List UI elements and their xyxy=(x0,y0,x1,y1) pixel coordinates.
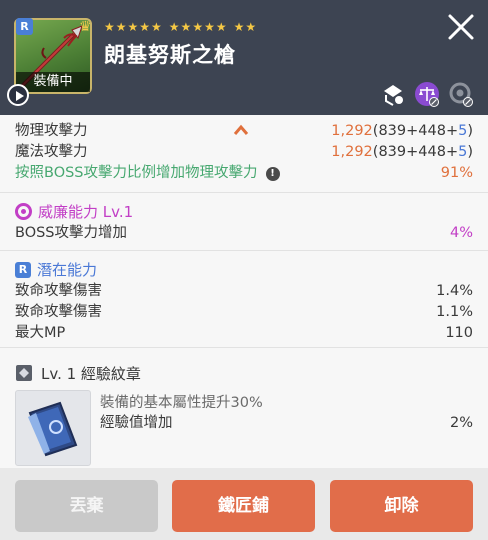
stat-value: 110 xyxy=(445,325,473,341)
settings-locked-icon xyxy=(449,82,473,107)
item-header: R ♛ 裝備中 ★★★★★ ★★★★★ ★★ 朗基努斯之槍 xyxy=(0,0,488,115)
power-ring-icon xyxy=(15,203,32,220)
stat-row-boss-conversion: 按照BOSS攻擊力比例增加物理攻擊力! 91% xyxy=(15,163,473,183)
stat-row-magic-attack: 魔法攻擊力 1,292(839+448+5) xyxy=(15,142,473,162)
transfer-button[interactable] xyxy=(380,81,406,107)
stat-value: 2% xyxy=(449,415,473,431)
potential-row: 致命攻擊傷害 1.1% xyxy=(15,302,473,322)
potential-row: 致命攻擊傷害 1.4% xyxy=(15,281,473,301)
play-button[interactable] xyxy=(7,84,29,106)
star-group: ★★ xyxy=(233,20,258,34)
stat-label: 按照BOSS攻擊力比例增加物理攻擊力 xyxy=(15,165,258,181)
settings-locked-button[interactable] xyxy=(448,81,474,107)
star-rating: ★★★★★ ★★★★★ ★★ xyxy=(104,20,257,34)
potential-row: 最大MP 110 xyxy=(15,323,473,343)
stat-value: 1.4% xyxy=(436,283,473,299)
info-icon[interactable]: ! xyxy=(265,167,280,181)
stat-label: 致命攻擊傷害 xyxy=(15,304,102,320)
stat-label: 致命攻擊傷害 xyxy=(15,283,102,299)
rank-badge: R xyxy=(15,262,31,278)
emblem-icon xyxy=(16,365,32,381)
play-icon xyxy=(16,91,24,101)
exp-card-icon xyxy=(28,401,78,457)
stat-value: 4% xyxy=(449,225,473,241)
stat-value: 91% xyxy=(440,165,473,181)
stat-value: 1,292(839+448+5) xyxy=(331,144,473,160)
emblem-title: Lv. 1 經驗紋章 xyxy=(15,363,141,385)
rank-badge: R xyxy=(16,18,33,35)
action-bar: 丟棄 鐵匠鋪 卸除 xyxy=(0,468,488,540)
stat-value: 1,292(839+448+5) xyxy=(331,123,473,139)
collapse-chevron-icon[interactable] xyxy=(232,122,250,141)
star-group: ★★★★★ xyxy=(168,20,228,34)
stat-label: 物理攻擊力 xyxy=(15,123,88,139)
scale-button[interactable] xyxy=(414,81,440,107)
close-button[interactable] xyxy=(446,12,476,42)
item-title: 朗基努斯之槍 xyxy=(104,43,236,67)
stat-label: 經驗值增加 xyxy=(100,415,173,431)
close-icon xyxy=(448,14,474,40)
discard-button[interactable]: 丟棄 xyxy=(15,480,158,532)
power-row: BOSS攻擊力增加 4% xyxy=(15,223,473,243)
blacksmith-button[interactable]: 鐵匠鋪 xyxy=(172,480,315,532)
potential-title: R 潛在能力 xyxy=(15,259,97,281)
emblem-card-image[interactable] xyxy=(15,390,91,466)
unequip-button[interactable]: 卸除 xyxy=(330,480,473,532)
crown-icon: ♛ xyxy=(79,19,92,35)
transfer-icon xyxy=(384,85,403,106)
stat-label: 魔法攻擊力 xyxy=(15,144,88,160)
power-title: 威廉能力 Lv.1 xyxy=(15,201,133,223)
stat-label: 最大MP xyxy=(15,325,66,341)
emblem-desc: 裝備的基本屬性提升30% xyxy=(100,395,263,411)
scale-icon xyxy=(415,82,439,107)
stat-value: 1.1% xyxy=(436,304,473,320)
stat-label: BOSS攻擊力增加 xyxy=(15,225,128,241)
emblem-row: 經驗值增加 2% xyxy=(100,413,473,433)
star-group: ★★★★★ xyxy=(104,20,163,34)
item-details[interactable]: 物理攻擊力 1,292(839+448+5) 魔法攻擊力 1,292(839+4… xyxy=(0,115,488,468)
